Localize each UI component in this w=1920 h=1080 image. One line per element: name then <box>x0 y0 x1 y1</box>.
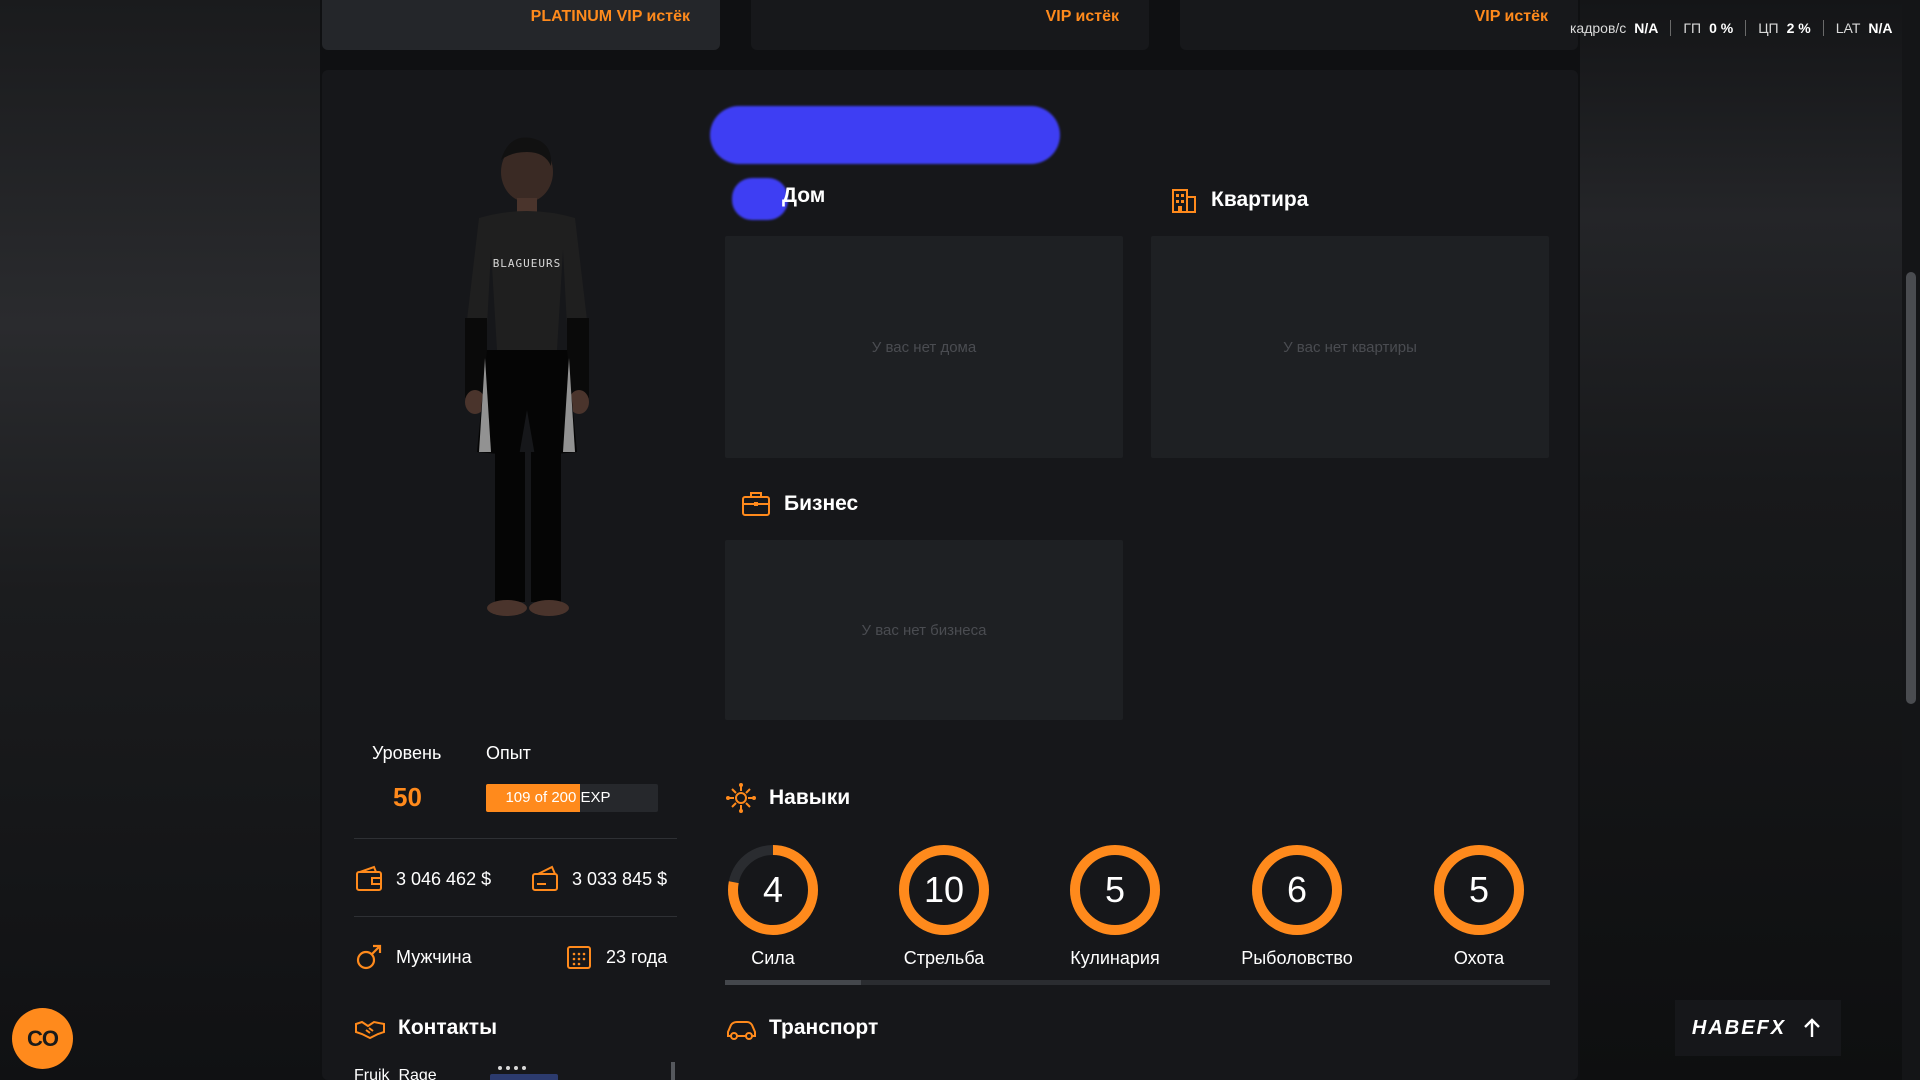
skill-item: 10 Стрельба <box>874 842 1014 969</box>
handshake-icon <box>355 1020 385 1040</box>
redacted-house-icon <box>732 178 788 220</box>
skill-ring: 6 <box>1252 845 1342 935</box>
skill-ring: 5 <box>1070 845 1160 935</box>
performance-overlay: кадров/с N/A ГП 0 % ЦП 2 % LAT N/A <box>1570 18 1910 38</box>
gender-value: Мужчина <box>396 946 472 967</box>
vip-card-label: VIP истёк <box>1474 8 1548 25</box>
house-title-text: Дом <box>782 184 826 207</box>
cpu-label: ЦП <box>1758 20 1779 36</box>
page-scrollbar-thumb[interactable] <box>1906 272 1916 704</box>
skill-ring: 10 <box>899 845 989 935</box>
cash-value: 3 046 462 $ <box>396 868 492 889</box>
transport-title-text: Транспорт <box>769 1016 879 1039</box>
skill-ring: 4 <box>728 845 818 935</box>
business-empty-text: У вас нет бизнеса <box>861 621 987 639</box>
skill-value: 6 <box>1287 869 1307 910</box>
gpu-label: ГП <box>1683 20 1702 36</box>
transport-title: Транспорт <box>725 1012 878 1044</box>
level-value: 50 <box>393 782 422 812</box>
skill-item: 5 Охота <box>1409 842 1549 969</box>
lat-value: N/A <box>1868 20 1893 36</box>
skill-name: Стрельба <box>903 948 985 968</box>
business-box: У вас нет бизнеса <box>725 540 1123 720</box>
level-label: Уровень <box>372 743 442 763</box>
background-left <box>0 0 320 1080</box>
skills-title-text: Навыки <box>769 786 851 809</box>
age-stat: 23 года <box>564 942 667 972</box>
exp-label: Опыт <box>486 743 531 763</box>
apartment-title-text: Квартира <box>1211 188 1309 211</box>
cash-stat: 3 046 462 $ <box>354 864 491 894</box>
skill-item: 6 Рыболовство <box>1227 842 1367 969</box>
divider <box>354 838 677 839</box>
fps-value: N/A <box>1634 20 1659 36</box>
contact-item[interactable]: Fruik_Rage <box>354 1067 437 1080</box>
house-title: Дом <box>782 184 825 208</box>
contacts-scrollbar[interactable] <box>671 1062 675 1080</box>
skill-item: 5 Кулинария <box>1045 842 1185 969</box>
skill-item: 4 Сила <box>703 842 843 969</box>
skill-name: Рыболовство <box>1241 948 1353 968</box>
skill-value: 5 <box>1105 869 1125 910</box>
background-right <box>1580 0 1920 1080</box>
exp-bar: 109 of 200 EXP <box>486 784 658 812</box>
skill-name: Сила <box>751 948 795 968</box>
fps-label: кадров/с <box>1570 20 1627 36</box>
calendar-icon <box>567 946 591 969</box>
arrow-up-icon <box>1804 1018 1820 1037</box>
gpu-value: 0 % <box>1709 20 1734 36</box>
car-icon <box>727 1021 756 1040</box>
skill-value: 4 <box>763 869 783 910</box>
house-box: У вас нет дома <box>725 236 1123 458</box>
co-button[interactable]: CO <box>12 1008 73 1069</box>
age-value: 23 года <box>606 946 668 967</box>
divider <box>354 916 677 917</box>
house-empty-text: У вас нет дома <box>871 338 977 356</box>
briefcase-icon <box>742 492 770 516</box>
apartment-box: У вас нет квартиры <box>1151 236 1549 458</box>
hud-scroll-top-button[interactable]: HABEFX <box>1675 1000 1841 1056</box>
vip-card-label: PLATINUM VIP истёк <box>530 8 690 25</box>
vip-card-2[interactable]: VIP истёк <box>751 0 1149 50</box>
skills-title: Навыки <box>725 782 850 814</box>
skills-icon <box>726 783 756 813</box>
cpu-value: 2 % <box>1786 20 1811 36</box>
skill-name: Охота <box>1453 948 1505 968</box>
building-icon <box>1172 189 1196 213</box>
apartment-title: Квартира <box>1167 184 1308 216</box>
exp-text: 109 of 200 EXP <box>505 789 611 806</box>
male-icon <box>356 944 382 970</box>
contacts-title-text: Контакты <box>398 1016 498 1039</box>
bank-stat: 3 033 845 $ <box>530 864 667 894</box>
lat-label: LAT <box>1835 20 1861 36</box>
character-avatar: BLAGUEURS <box>465 137 589 616</box>
skill-name: Кулинария <box>1070 948 1160 968</box>
transport-card-top[interactable] <box>490 1074 558 1080</box>
wallet-icon <box>356 865 382 891</box>
bank-card-icon <box>532 865 558 891</box>
apartment-empty-text: У вас нет квартиры <box>1283 338 1417 356</box>
business-title: Бизнес <box>740 488 858 520</box>
redacted-name <box>710 106 1060 164</box>
gender-stat: Мужчина <box>354 942 472 972</box>
transport-card-handle[interactable] <box>498 1066 526 1070</box>
shirt-text: BLAGUEURS <box>493 257 562 270</box>
bank-value: 3 033 845 $ <box>572 868 668 889</box>
vip-card-label: VIP истёк <box>1045 8 1119 25</box>
vip-card-3[interactable]: VIP истёк <box>1180 0 1578 50</box>
contacts-title: Контакты <box>354 1012 497 1044</box>
skill-ring: 5 <box>1434 845 1524 935</box>
vip-card-platinum[interactable]: PLATINUM VIP истёк <box>322 0 720 50</box>
business-title-text: Бизнес <box>784 492 859 515</box>
skill-value: 5 <box>1469 869 1489 910</box>
hud-brand-text: HABEFX <box>1691 1016 1787 1039</box>
profile-panel: BLAGUEURS Уровень Опыт 50 109 of 200 EXP… <box>322 70 1578 1080</box>
skills-scroll-thumb[interactable] <box>725 980 861 985</box>
skill-value: 10 <box>924 869 964 910</box>
